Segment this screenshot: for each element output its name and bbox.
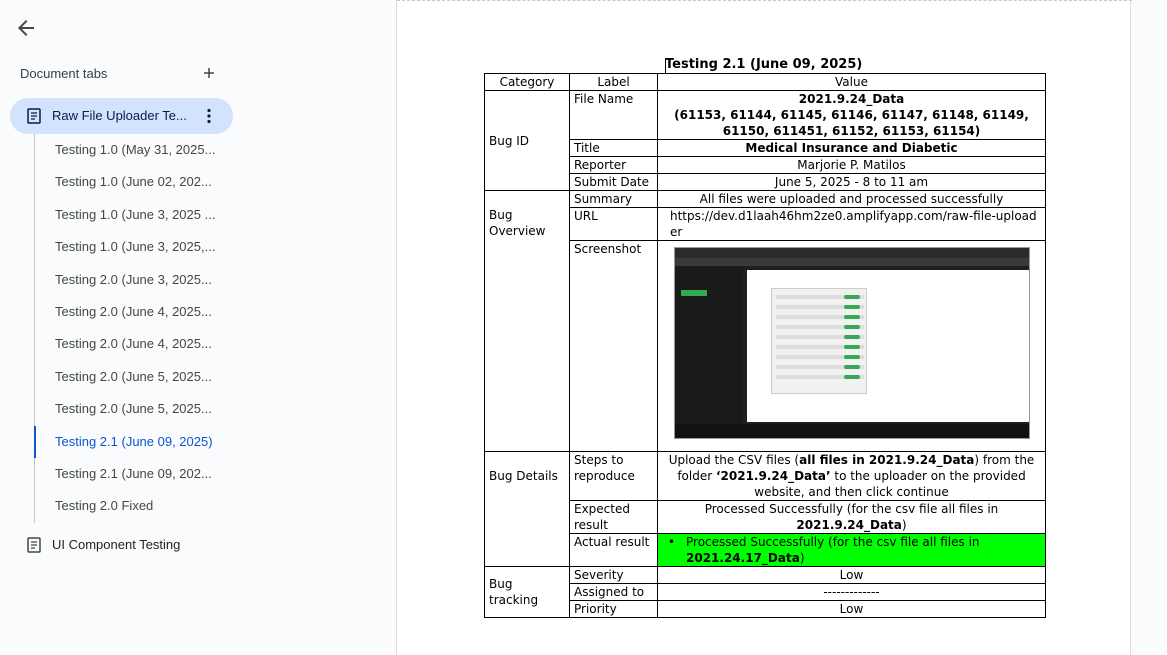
label-priority: Priority xyxy=(569,600,658,618)
expected-tail: ) xyxy=(901,518,907,532)
label-assigned: Assigned to xyxy=(569,583,658,601)
label-steps: Steps to reproduce xyxy=(569,451,658,501)
label-expected: Expected result xyxy=(569,500,658,534)
expected-bold: 2021.9.24_Data xyxy=(796,518,902,532)
page-title: Testing 2.1 (June 09, 2025) xyxy=(665,57,863,72)
file-name: 2021.9.24_Data xyxy=(798,92,905,106)
tab-raw-file-uploader[interactable]: Raw File Uploader Te... xyxy=(10,98,233,134)
label-severity: Severity xyxy=(569,566,658,584)
actual-tail: ) xyxy=(799,551,805,565)
category-bug-id: Bug ID xyxy=(484,90,570,191)
tab-label: Raw File Uploader Te... xyxy=(52,108,187,123)
category-bug-details: Bug Details xyxy=(484,451,570,567)
label-summary: Summary xyxy=(569,190,658,208)
subtab-item[interactable]: Testing 2.0 (June 4, 2025... xyxy=(34,328,234,361)
screenshot-image[interactable] xyxy=(674,247,1030,439)
steps-text: Upload the CSV files ( xyxy=(668,453,800,467)
value-reporter: Marjorie P. Matilos xyxy=(657,156,1046,174)
value-steps: Upload the CSV files (all files in 2021.… xyxy=(657,451,1046,501)
value-url[interactable]: https://dev.d1laah46hm2ze0.amplifyapp.co… xyxy=(657,207,1046,241)
label-url: URL xyxy=(569,207,658,241)
label-reporter: Reporter xyxy=(569,156,658,174)
document-icon xyxy=(27,108,41,129)
subtab-item[interactable]: Testing 2.1 (June 09, 202... xyxy=(34,457,234,491)
document-tabs-heading: Document tabs xyxy=(20,66,108,81)
document-tabs-sidebar: Document tabs Raw File Uploader Te... Te… xyxy=(0,0,395,655)
docs-window: Document tabs Raw File Uploader Te... Te… xyxy=(0,0,1167,655)
value-assigned: ------------- xyxy=(657,583,1046,601)
subtab-item[interactable]: Testing 2.0 (June 3, 2025... xyxy=(34,263,234,296)
tab-label: UI Component Testing xyxy=(52,537,181,552)
file-id-list: (61153, 61144, 61145, 61146, 61147, 6114… xyxy=(674,108,1029,138)
label-submit-date: Submit Date xyxy=(569,173,658,191)
subtab-item[interactable]: Testing 1.0 (June 3, 2025,... xyxy=(34,231,234,264)
category-bug-tracking: Bug tracking xyxy=(484,566,570,618)
value-file-name: 2021.9.24_Data (61153, 61144, 61145, 611… xyxy=(657,90,1046,140)
subtab-item[interactable]: Testing 1.0 (June 3, 2025 ... xyxy=(34,198,234,232)
value-screenshot xyxy=(657,240,1046,452)
bug-report-table: Category Label Value Bug ID File Name 20… xyxy=(484,73,1046,618)
document-canvas: Testing 2.1 (June 09, 2025) Category Lab… xyxy=(395,0,1167,655)
label-actual: Actual result xyxy=(569,533,658,567)
header-category: Category xyxy=(484,73,570,91)
value-submit-date: June 5, 2025 - 8 to 11 am xyxy=(657,173,1046,191)
actual-bold: 2021.24.17_Data xyxy=(686,551,800,565)
steps-bold-folder: ‘2021.9.24_Data’ xyxy=(715,469,831,483)
document-page[interactable]: Testing 2.1 (June 09, 2025) Category Lab… xyxy=(396,0,1132,655)
back-arrow-icon[interactable] xyxy=(14,16,38,40)
header-value: Value xyxy=(657,73,1046,91)
subtab-item[interactable]: Testing 2.0 (June 4, 2025... xyxy=(34,295,234,329)
add-icon[interactable] xyxy=(200,64,218,82)
value-actual: • Processed Successfully (for the csv fil… xyxy=(657,533,1046,567)
tab-ui-component-testing[interactable]: UI Component Testing xyxy=(10,530,233,560)
subtab-item[interactable]: Testing 1.0 (May 31, 2025... xyxy=(34,134,234,167)
header-label: Label xyxy=(569,73,658,91)
more-vert-icon[interactable] xyxy=(199,106,219,126)
label-file-name: File Name xyxy=(569,90,658,140)
value-summary: All files were uploaded and processed su… xyxy=(657,190,1046,208)
document-icon xyxy=(27,537,41,558)
subtab-item[interactable]: Testing 2.0 Fixed xyxy=(34,490,234,523)
label-screenshot: Screenshot xyxy=(569,240,658,452)
expected-text: Processed Successfully (for the csv file… xyxy=(704,502,999,516)
label-title: Title xyxy=(569,139,658,157)
value-priority: Low xyxy=(657,600,1046,618)
value-title: Medical Insurance and Diabetic xyxy=(657,139,1046,157)
subtab-item-active[interactable]: Testing 2.1 (June 09, 2025) xyxy=(34,425,234,458)
actual-text: Processed Successfully (for the csv file… xyxy=(686,535,980,549)
category-bug-overview: Bug Overview xyxy=(484,190,570,452)
page-break xyxy=(397,0,1132,2)
subtab-item[interactable]: Testing 2.0 (June 5, 2025... xyxy=(34,360,234,394)
value-expected: Processed Successfully (for the csv file… xyxy=(657,500,1046,534)
bullet: • xyxy=(668,535,676,549)
subtab-item[interactable]: Testing 1.0 (June 02, 202... xyxy=(34,166,234,199)
value-severity: Low xyxy=(657,566,1046,584)
subtab-item[interactable]: Testing 2.0 (June 5, 2025... xyxy=(34,393,234,426)
subtab-list: Testing 1.0 (May 31, 2025... Testing 1.0… xyxy=(34,134,234,523)
steps-bold-files: all files in 2021.9.24_Data xyxy=(799,453,975,467)
